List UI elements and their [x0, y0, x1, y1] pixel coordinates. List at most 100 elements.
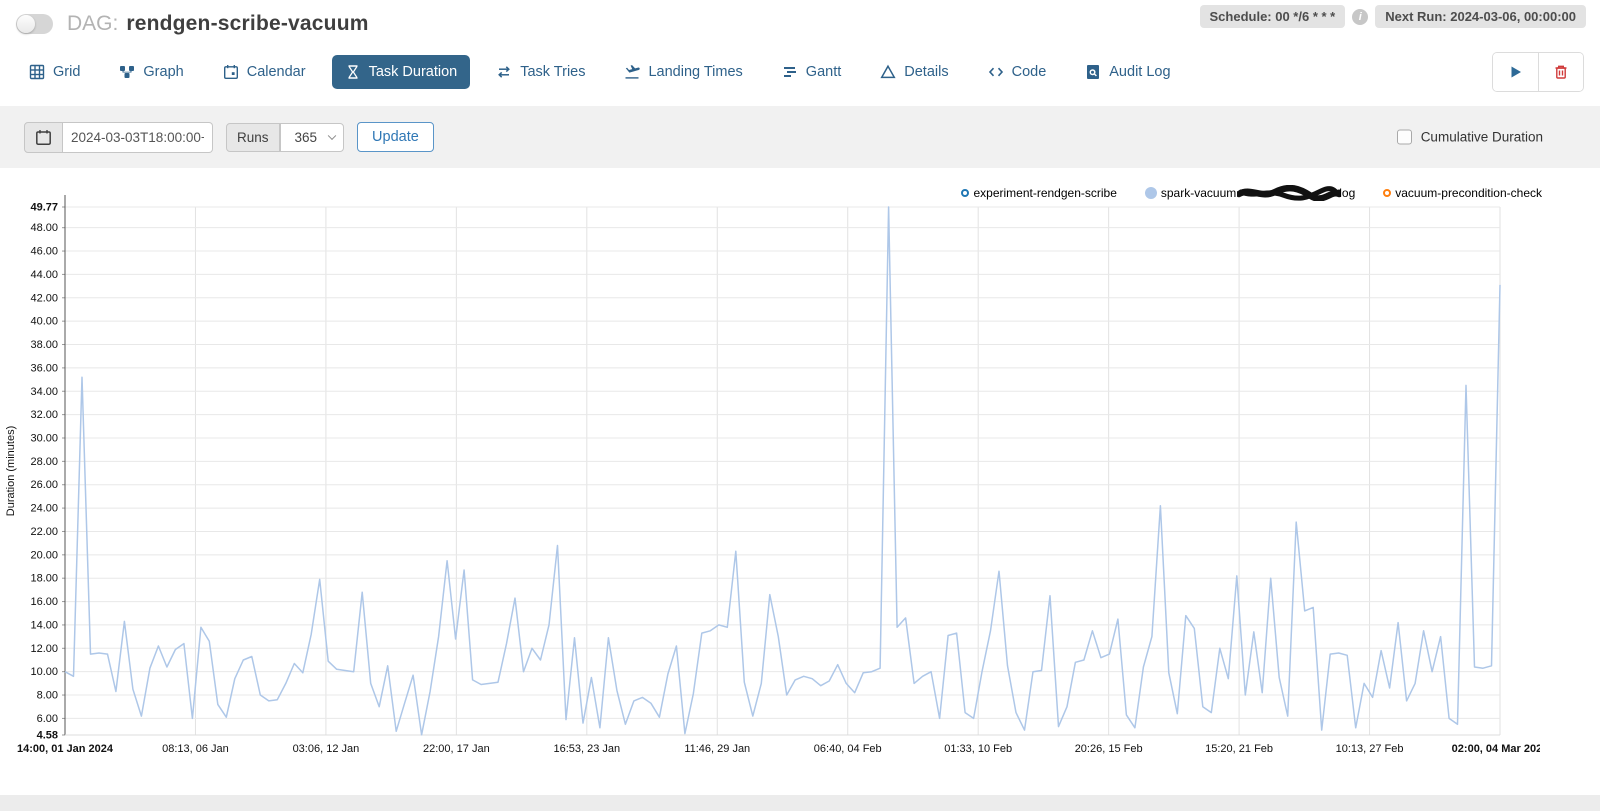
- landing-icon: [624, 64, 640, 80]
- svg-text:30.00: 30.00: [30, 432, 58, 444]
- svg-text:03:06, 12 Jan: 03:06, 12 Jan: [293, 743, 360, 755]
- svg-text:26.00: 26.00: [30, 479, 58, 491]
- update-button[interactable]: Update: [357, 122, 434, 152]
- tab-details[interactable]: Details: [867, 55, 961, 89]
- trash-icon: [1553, 64, 1569, 80]
- svg-text:14:00, 01 Jan 2024: 14:00, 01 Jan 2024: [17, 743, 114, 755]
- info-icon[interactable]: i: [1352, 9, 1368, 25]
- chevron-down-icon: [328, 132, 336, 140]
- base-date-input[interactable]: [63, 122, 213, 153]
- calendar-icon: [223, 64, 239, 80]
- svg-text:12.00: 12.00: [30, 643, 58, 655]
- legend-label-suffix: log: [1339, 186, 1355, 200]
- svg-text:01:33, 10 Feb: 01:33, 10 Feb: [944, 743, 1012, 755]
- cumulative-duration-label: Cumulative Duration: [1421, 130, 1543, 145]
- dag-prefix-label: DAG:: [67, 12, 118, 36]
- legend-item-1[interactable]: spark-vacuum log: [1145, 185, 1355, 201]
- svg-text:48.00: 48.00: [30, 222, 58, 234]
- triangle-icon: [880, 64, 896, 80]
- tab-landing-times[interactable]: Landing Times: [611, 55, 755, 89]
- duration-line-chart: 49.77 48.00 46.00 44.00 42.00 40.00 38.00 36.00…: [0, 172, 1540, 757]
- svg-text:28.00: 28.00: [30, 456, 58, 468]
- tab-gantt[interactable]: Gantt: [769, 55, 854, 89]
- svg-text:15:20, 21 Feb: 15:20, 21 Feb: [1205, 743, 1273, 755]
- svg-text:49.77: 49.77: [30, 202, 58, 214]
- audit-log-icon: [1085, 64, 1101, 80]
- runs-select-value: 365: [295, 130, 318, 145]
- calendar-icon: [35, 129, 52, 146]
- schedule-badge: Schedule: 00 */6 * * *: [1200, 5, 1346, 28]
- calendar-addon: [24, 122, 63, 153]
- retry-icon: [496, 64, 512, 80]
- legend-item-0[interactable]: experiment-rendgen-scribe: [961, 186, 1116, 200]
- svg-text:36.00: 36.00: [30, 362, 58, 374]
- legend-item-2[interactable]: vacuum-precondition-check: [1383, 186, 1542, 200]
- dag-header: DAG: rendgen-scribe-vacuum Schedule: 00 …: [0, 0, 1600, 40]
- svg-text:22.00: 22.00: [30, 526, 58, 538]
- runs-group: Runs 365: [226, 123, 344, 152]
- svg-text:14.00: 14.00: [30, 619, 58, 631]
- play-icon: [1509, 65, 1523, 79]
- tab-code[interactable]: Code: [975, 55, 1060, 89]
- redaction-scribble: [1237, 185, 1341, 201]
- svg-text:24.00: 24.00: [30, 503, 58, 515]
- svg-text:16:53, 23 Jan: 16:53, 23 Jan: [553, 743, 620, 755]
- tab-task-duration[interactable]: Task Duration: [332, 55, 471, 89]
- svg-text:38.00: 38.00: [30, 339, 58, 351]
- dag-title: rendgen-scribe-vacuum: [126, 12, 368, 36]
- hourglass-icon: [345, 64, 361, 80]
- svg-text:10.00: 10.00: [30, 666, 58, 678]
- base-date-group: [24, 122, 213, 153]
- tab-grid[interactable]: Grid: [16, 55, 93, 89]
- svg-text:4.58: 4.58: [37, 730, 58, 742]
- task-duration-chart-area: 49.77 48.00 46.00 44.00 42.00 40.00 38.00 36.00…: [0, 172, 1600, 786]
- svg-text:8.00: 8.00: [37, 690, 58, 702]
- svg-text:06:40, 04 Feb: 06:40, 04 Feb: [814, 743, 882, 755]
- legend-ring-marker: [961, 189, 969, 197]
- chart-legend: experiment-rendgen-scribe spark-vacuum log…: [961, 185, 1542, 201]
- svg-text:02:00, 04 Mar 2024: 02:00, 04 Mar 2024: [1452, 743, 1540, 755]
- svg-text:20:26, 15 Feb: 20:26, 15 Feb: [1075, 743, 1143, 755]
- svg-text:10:13, 27 Feb: 10:13, 27 Feb: [1336, 743, 1404, 755]
- svg-text:34.00: 34.00: [30, 386, 58, 398]
- runs-addon-label: Runs: [226, 123, 280, 152]
- tab-graph[interactable]: Graph: [106, 55, 196, 89]
- dag-action-buttons: [1492, 52, 1584, 92]
- svg-text:11:46, 29 Jan: 11:46, 29 Jan: [684, 743, 750, 755]
- legend-ring-marker: [1383, 189, 1391, 197]
- svg-text:42.00: 42.00: [30, 292, 58, 304]
- runs-select[interactable]: 365: [280, 123, 345, 152]
- legend-label: vacuum-precondition-check: [1395, 186, 1542, 200]
- svg-text:16.00: 16.00: [30, 596, 58, 608]
- code-icon: [988, 64, 1004, 80]
- duration-filter-bar: Runs 365 Update Cumulative Duration: [0, 106, 1600, 168]
- graph-icon: [119, 64, 135, 80]
- tab-calendar[interactable]: Calendar: [210, 55, 319, 89]
- footer-strip: [0, 795, 1600, 811]
- svg-text:20.00: 20.00: [30, 549, 58, 561]
- svg-text:Duration (minutes): Duration (minutes): [5, 426, 17, 516]
- next-run-badge: Next Run: 2024-03-06, 00:00:00: [1375, 5, 1586, 28]
- svg-text:22:00, 17 Jan: 22:00, 17 Jan: [423, 743, 490, 755]
- svg-text:46.00: 46.00: [30, 246, 58, 258]
- gantt-icon: [782, 64, 798, 80]
- dag-pause-toggle[interactable]: [16, 14, 53, 34]
- toggle-knob: [17, 15, 35, 33]
- grid-icon: [29, 64, 45, 80]
- legend-dot-marker: [1145, 187, 1157, 199]
- tab-audit-log[interactable]: Audit Log: [1072, 55, 1183, 89]
- svg-text:08:13, 06 Jan: 08:13, 06 Jan: [162, 743, 229, 755]
- cumulative-duration-control: Cumulative Duration: [1397, 130, 1543, 145]
- svg-text:32.00: 32.00: [30, 409, 58, 421]
- svg-text:18.00: 18.00: [30, 573, 58, 585]
- delete-dag-button[interactable]: [1538, 53, 1583, 91]
- tab-task-tries[interactable]: Task Tries: [483, 55, 598, 89]
- cumulative-duration-checkbox[interactable]: [1397, 130, 1412, 145]
- legend-label: experiment-rendgen-scribe: [973, 186, 1116, 200]
- svg-text:40.00: 40.00: [30, 316, 58, 328]
- svg-text:6.00: 6.00: [37, 713, 58, 725]
- trigger-dag-button[interactable]: [1493, 53, 1538, 91]
- svg-text:44.00: 44.00: [30, 269, 58, 281]
- view-tabbar: Grid Graph Calendar Task Duration Task T…: [0, 52, 1600, 92]
- legend-label-prefix: spark-vacuum: [1161, 186, 1236, 200]
